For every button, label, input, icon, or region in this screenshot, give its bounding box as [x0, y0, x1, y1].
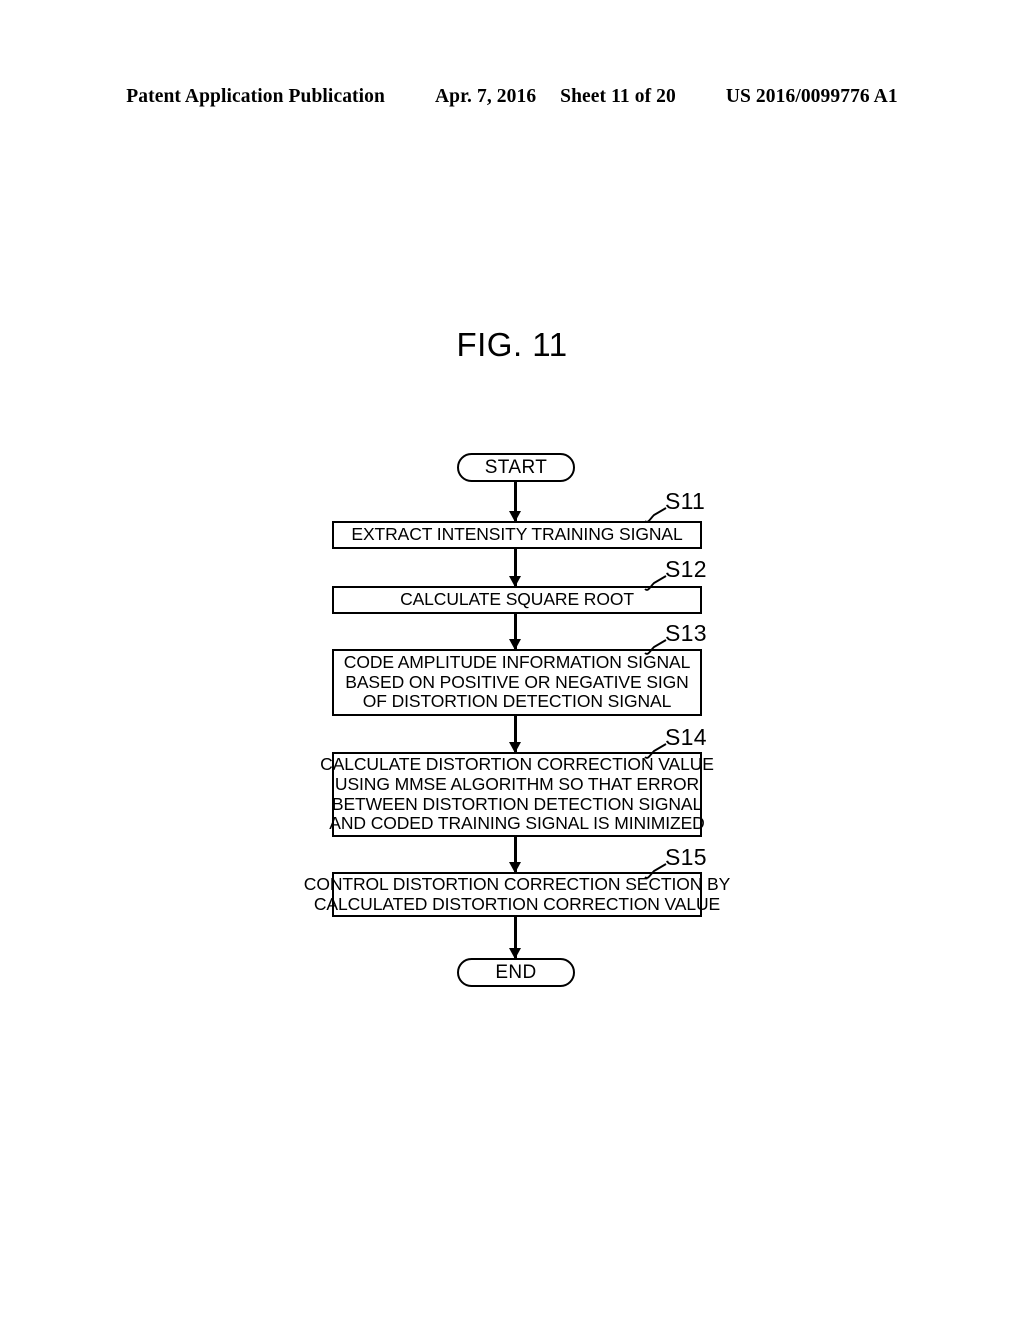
flowchart-start-node: START — [457, 453, 575, 482]
step-ref-label-s14: S14 — [644, 724, 707, 759]
connector-arrow-start-to-s11 — [509, 482, 520, 522]
step-ref-label-s13-text: S13 — [665, 620, 707, 646]
step-s13-line-3: OF DISTORTION DETECTION SIGNAL — [362, 691, 672, 712]
step-ref-label-s12-text: S12 — [665, 556, 707, 582]
step-s14-line-3: BETWEEN DISTORTION DETECTION SIGNAL — [331, 793, 703, 814]
step-ref-label-s11-text: S11 — [665, 488, 706, 514]
step-ref-label-s15-text: S15 — [665, 844, 707, 870]
connector-arrow-s11-to-s12 — [509, 549, 520, 587]
connector-arrow-s13-to-s14 — [509, 716, 520, 753]
flowchart-step-s14: CALCULATE DISTORTION CORRECTION VALUE US… — [320, 752, 714, 837]
flowchart-step-s11: EXTRACT INTENSITY TRAINING SIGNAL — [332, 521, 702, 549]
step-s14-line-2: USING MMSE ALGORITHM SO THAT ERROR — [334, 773, 700, 794]
flowchart-step-s13: CODE AMPLITUDE INFORMATION SIGNAL BASED … — [332, 649, 702, 716]
connector-arrow-s15-to-end — [509, 917, 520, 959]
flowchart-end-node: END — [457, 958, 575, 987]
step-s14-line-4: AND CODED TRAINING SIGNAL IS MINIMIZED — [329, 813, 705, 834]
connector-arrow-s14-to-s15 — [509, 837, 520, 873]
step-ref-label-s11: S11 — [644, 488, 706, 523]
step-s15-line-2: CALCULATED DISTORTION CORRECTION VALUE — [313, 893, 721, 914]
step-ref-label-s15: S15 — [644, 844, 707, 879]
step-ref-label-s14-text: S14 — [665, 724, 707, 750]
step-ref-label-s12: S12 — [644, 556, 707, 591]
leader-line-icon — [644, 743, 667, 759]
leader-line-icon — [644, 575, 667, 591]
step-s12-line-1: CALCULATE SQUARE ROOT — [400, 589, 634, 610]
step-s13-line-1: CODE AMPLITUDE INFORMATION SIGNAL — [343, 652, 691, 673]
connector-arrow-s12-to-s13 — [509, 614, 520, 650]
step-s11-line-1: EXTRACT INTENSITY TRAINING SIGNAL — [351, 524, 683, 545]
step-ref-label-s13: S13 — [644, 620, 707, 655]
step-s13-line-2: BASED ON POSITIVE OR NEGATIVE SIGN — [345, 671, 689, 692]
leader-line-icon — [644, 639, 667, 655]
leader-line-icon — [644, 507, 667, 523]
flowchart-diagram: START EXTRACT INTENSITY TRAINING SIGNAL … — [0, 0, 1024, 1320]
leader-line-icon — [644, 863, 667, 879]
